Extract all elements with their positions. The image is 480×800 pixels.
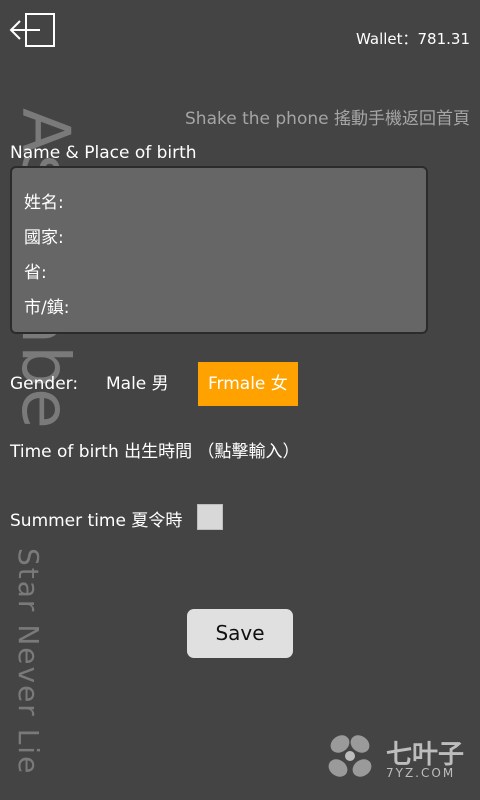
name-section-label: Name & Place of birth (10, 143, 197, 163)
wallet-balance: Wallet：781.31 (356, 30, 470, 48)
gender-male-option[interactable]: Male 男 (96, 362, 179, 406)
back-arrow-icon (9, 13, 55, 47)
time-of-birth-input[interactable]: Time of birth 出生時間 （點擊輸入） (10, 437, 300, 462)
gender-female-option[interactable]: Frmale 女 (198, 362, 298, 406)
summer-time-checkbox[interactable] (197, 504, 223, 530)
province-field[interactable]: 省: (24, 258, 47, 283)
gender-label: Gender: (10, 374, 79, 394)
watermark-subtitle: Star Never Lie (12, 548, 45, 776)
back-button[interactable] (8, 12, 58, 50)
country-field[interactable]: 國家: (24, 223, 64, 248)
summer-time-label: Summer time 夏令時 (10, 511, 183, 531)
site-logo: 七叶子 7YZ.COM (324, 730, 464, 786)
save-button[interactable]: Save (187, 609, 293, 658)
name-field[interactable]: 姓名: (24, 188, 64, 213)
shake-hint: Shake the phone 搖動手機返回首頁 (185, 109, 470, 129)
leaf-logo-icon (328, 735, 372, 777)
logo-domain: 7YZ.COM (386, 766, 456, 780)
name-place-input[interactable]: 姓名: 國家: 省: 市/鎮: (10, 166, 428, 334)
city-field[interactable]: 市/鎮: (24, 293, 69, 318)
